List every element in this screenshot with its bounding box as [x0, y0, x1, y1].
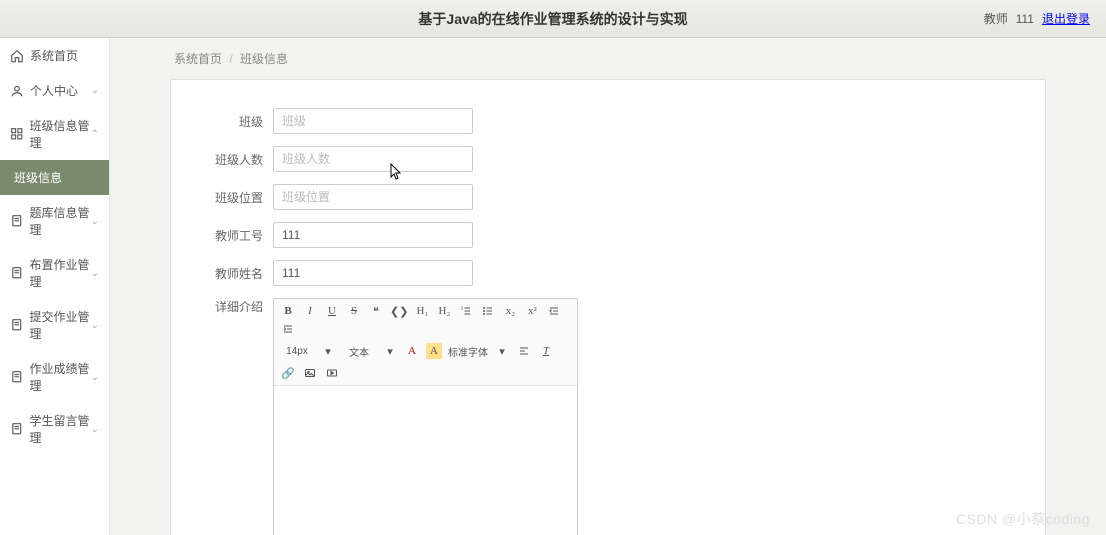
- doc-icon: [10, 370, 24, 384]
- sidebar-item-class-info[interactable]: 班级信息: [0, 160, 109, 195]
- tname-input[interactable]: [273, 260, 473, 286]
- ul-icon[interactable]: [480, 303, 496, 319]
- chevron-up-icon: ⌃: [91, 129, 99, 140]
- sidebar-item-profile[interactable]: 个人中心 ⌄: [0, 73, 109, 108]
- doc-icon: [10, 422, 24, 436]
- chevron-down-icon: ⌄: [91, 216, 99, 227]
- class-input[interactable]: [273, 108, 473, 134]
- image-icon[interactable]: [302, 365, 318, 381]
- sidebar-item-label: 作业成绩管理: [30, 360, 99, 394]
- bg-color-icon[interactable]: A: [426, 343, 442, 359]
- align-icon[interactable]: [516, 343, 532, 359]
- sidebar-item-class-mgmt[interactable]: 班级信息管理 ⌃: [0, 108, 109, 160]
- sidebar-item-label: 布置作业管理: [30, 256, 99, 290]
- chevron-down-icon: ⌄: [91, 372, 99, 383]
- class-label: 班级: [213, 113, 273, 130]
- logout-link[interactable]: 退出登录: [1042, 10, 1090, 27]
- sidebar-item-label: 题库信息管理: [30, 204, 99, 238]
- form-row-count: 班级人数: [213, 146, 1003, 172]
- grid-icon: [10, 127, 24, 141]
- sub-icon[interactable]: x₂: [502, 303, 518, 319]
- form-row-class: 班级: [213, 108, 1003, 134]
- font-family-select[interactable]: 标准字体: [448, 343, 488, 359]
- svg-text:1: 1: [461, 306, 463, 311]
- rich-editor: B I U S ❝ ❮❯ H₁ H₂ 1 x₂: [273, 298, 578, 535]
- sidebar-item-label: 班级信息管理: [30, 117, 99, 151]
- indent-inc-icon[interactable]: [280, 321, 296, 337]
- bold-icon[interactable]: B: [280, 303, 296, 319]
- chevron-down-icon: ⌄: [91, 320, 99, 331]
- sidebar: 系统首页 个人中心 ⌄ 班级信息管理 ⌃ 班级信息 题库信息管理 ⌄: [0, 38, 110, 535]
- breadcrumb-root[interactable]: 系统首页: [174, 52, 222, 66]
- user-name: 111: [1016, 12, 1034, 26]
- doc-icon: [10, 266, 24, 280]
- doc-icon: [10, 318, 24, 332]
- header: 基于Java的在线作业管理系统的设计与实现 教师 111 退出登录: [0, 0, 1106, 38]
- font-color-icon[interactable]: A: [404, 343, 420, 359]
- sidebar-item-label: 个人中心: [30, 82, 78, 99]
- form-panel: 班级 班级人数 班级位置 教师工号 教师姓名 详细介绍: [170, 79, 1046, 535]
- sup-icon[interactable]: x²: [524, 303, 540, 319]
- editor-textarea[interactable]: [274, 386, 577, 535]
- count-input[interactable]: [273, 146, 473, 172]
- sidebar-item-label: 提交作业管理: [30, 308, 99, 342]
- doc-icon: [10, 214, 24, 228]
- form-row-loc: 班级位置: [213, 184, 1003, 210]
- sidebar-item-assign-mgmt[interactable]: 布置作业管理 ⌄: [0, 247, 109, 299]
- home-icon: [10, 49, 24, 63]
- sidebar-item-submit-mgmt[interactable]: 提交作业管理 ⌄: [0, 299, 109, 351]
- code-icon[interactable]: ❮❯: [390, 303, 408, 319]
- breadcrumb-sep: /: [229, 52, 232, 66]
- user-role: 教师: [984, 10, 1008, 27]
- sidebar-item-label: 系统首页: [30, 47, 78, 64]
- link-icon[interactable]: 🔗: [280, 365, 296, 381]
- chevron-down-icon: ⌄: [91, 85, 99, 96]
- main-content: 系统首页 / 班级信息 班级 班级人数 班级位置 教师工号 教师姓: [110, 38, 1106, 535]
- loc-input[interactable]: [273, 184, 473, 210]
- indent-dec-icon[interactable]: [546, 303, 562, 319]
- desc-label: 详细介绍: [213, 298, 273, 315]
- dropdown-icon[interactable]: ▾: [494, 343, 510, 359]
- count-label: 班级人数: [213, 151, 273, 168]
- ol-icon[interactable]: 1: [458, 303, 474, 319]
- text-type-select[interactable]: 文本: [342, 343, 376, 359]
- sidebar-item-home[interactable]: 系统首页: [0, 38, 109, 73]
- sidebar-item-question-mgmt[interactable]: 题库信息管理 ⌄: [0, 195, 109, 247]
- strike-icon[interactable]: S: [346, 303, 362, 319]
- video-icon[interactable]: [324, 365, 340, 381]
- underline-icon[interactable]: U: [324, 303, 340, 319]
- sidebar-item-label: 班级信息: [14, 169, 62, 186]
- h2-icon[interactable]: H₂: [436, 303, 452, 319]
- dropdown-icon[interactable]: ▾: [320, 343, 336, 359]
- form-row-tid: 教师工号: [213, 222, 1003, 248]
- chevron-down-icon: ⌄: [91, 424, 99, 435]
- chevron-down-icon: ⌄: [91, 268, 99, 279]
- h1-icon[interactable]: H₁: [414, 303, 430, 319]
- clear-format-icon[interactable]: T: [538, 343, 554, 359]
- user-icon: [10, 84, 24, 98]
- tid-label: 教师工号: [213, 227, 273, 244]
- loc-label: 班级位置: [213, 189, 273, 206]
- font-size-select[interactable]: 14px: [280, 343, 314, 359]
- sidebar-item-message-mgmt[interactable]: 学生留言管理 ⌄: [0, 403, 109, 455]
- sidebar-item-label: 学生留言管理: [30, 412, 99, 446]
- italic-icon[interactable]: I: [302, 303, 318, 319]
- breadcrumb: 系统首页 / 班级信息: [170, 38, 1046, 79]
- tid-input[interactable]: [273, 222, 473, 248]
- form-row-tname: 教师姓名: [213, 260, 1003, 286]
- quote-icon[interactable]: ❝: [368, 303, 384, 319]
- dropdown-icon[interactable]: ▾: [382, 343, 398, 359]
- tname-label: 教师姓名: [213, 265, 273, 282]
- app-title: 基于Java的在线作业管理系统的设计与实现: [16, 9, 1090, 29]
- sidebar-item-score-mgmt[interactable]: 作业成绩管理 ⌄: [0, 351, 109, 403]
- breadcrumb-current: 班级信息: [240, 52, 288, 66]
- editor-toolbar: B I U S ❝ ❮❯ H₁ H₂ 1 x₂: [274, 299, 577, 386]
- user-area: 教师 111 退出登录: [984, 10, 1090, 27]
- form-row-desc: 详细介绍 B I U S ❝ ❮❯ H₁ H₂ 1: [213, 298, 1003, 535]
